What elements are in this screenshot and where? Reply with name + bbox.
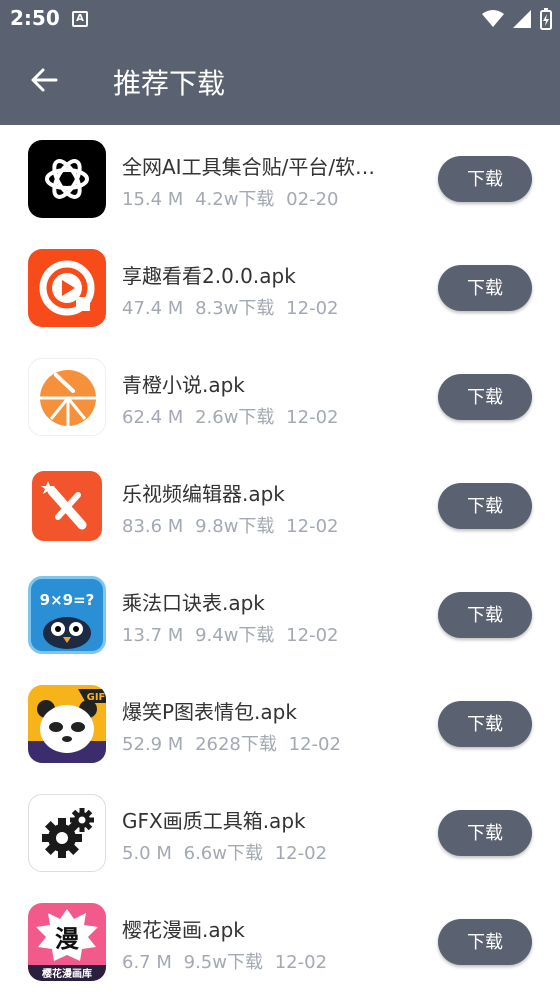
app-meta: 13.7 M 9.4w下载 12-02 — [122, 621, 344, 647]
list-item[interactable]: 全网AI工具集合贴/平台/软… 15.4 M 4.2w下载 02-20 下载 — [0, 125, 560, 234]
gif-text: GIF — [87, 692, 106, 703]
app-downloads: 8.3w下载 — [195, 298, 275, 319]
download-button[interactable]: 下载 — [438, 156, 532, 202]
app-date: 12-02 — [286, 516, 339, 537]
manga-text: 漫 — [55, 925, 79, 953]
app-date: 12-02 — [274, 843, 328, 864]
orange-icon — [28, 358, 106, 436]
app-downloads: 9.5w下载 — [183, 952, 263, 973]
download-button[interactable]: 下载 — [438, 265, 532, 311]
page-title: 推荐下载 — [113, 67, 226, 100]
list-item[interactable]: 乐视频编辑器.apk 83.6 M 9.8w下载 12-02 下载 — [0, 452, 560, 561]
app-name: 全网AI工具集合贴/平台/软… — [122, 155, 376, 179]
signal-icon — [513, 10, 531, 28]
app-date: 12-02 — [286, 407, 339, 428]
app-name: 享趣看看2.0.0.apk — [122, 264, 296, 288]
app-date: 12-02 — [286, 298, 339, 319]
status-bar: 2:50 A — [0, 0, 560, 40]
list-item[interactable]: 享趣看看2.0.0.apk 47.4 M 8.3w下载 12-02 下载 — [0, 234, 560, 343]
app-meta: 52.9 M 2628下载 12-02 — [122, 730, 347, 756]
gear-icon — [28, 794, 106, 872]
app-size: 47.4 M — [122, 298, 184, 319]
app-date: 12-02 — [288, 734, 341, 755]
app-meta: 83.6 M 9.8w下载 12-02 — [122, 512, 344, 538]
app-name: GFX画质工具箱.apk — [122, 809, 306, 833]
app-list: 全网AI工具集合贴/平台/软… 15.4 M 4.2w下载 02-20 下载 享… — [0, 125, 560, 997]
app-name: 乐视频编辑器.apk — [122, 482, 285, 506]
app-downloads: 2628下载 — [195, 734, 277, 755]
manga-sub-text: 樱花漫画库 — [42, 967, 92, 980]
app-downloads: 4.2w下载 — [195, 189, 275, 210]
app-meta: 15.4 M 4.2w下载 02-20 — [122, 185, 344, 211]
list-item[interactable]: GFX画质工具箱.apk 5.0 M 6.6w下载 12-02 下载 — [0, 779, 560, 888]
app-downloads: 6.6w下载 — [183, 843, 263, 864]
app-bar: 推荐下载 — [0, 40, 560, 125]
download-button[interactable]: 下载 — [438, 810, 532, 856]
app-date: 02-20 — [286, 189, 339, 210]
app-downloads: 2.6w下载 — [195, 407, 275, 428]
wifi-icon — [482, 10, 504, 27]
app-name: 爆笑P图表情包.apk — [122, 700, 297, 724]
download-button[interactable]: 下载 — [438, 701, 532, 747]
download-button[interactable]: 下载 — [438, 483, 532, 529]
list-item[interactable]: 9×9=? 乘法口诀表.apk 13.7 M 9.4w下载 12-02 下载 — [0, 561, 560, 670]
list-item[interactable]: 漫 樱花漫画库 樱花漫画.apk 6.7 M 9.5w下载 12-02 下载 — [0, 888, 560, 997]
download-button[interactable]: 下载 — [438, 919, 532, 965]
app-size: 62.4 M — [122, 407, 184, 428]
app-date: 12-02 — [274, 952, 328, 973]
back-arrow-icon[interactable] — [28, 64, 60, 96]
app-size: 83.6 M — [122, 516, 184, 537]
play-icon — [28, 249, 106, 327]
app-meta: 5.0 M 6.6w下载 12-02 — [122, 839, 333, 865]
status-icons — [482, 8, 552, 30]
notification-icon: A — [72, 11, 88, 27]
manga-icon: 漫 樱花漫画库 — [28, 903, 106, 981]
app-size: 5.0 M — [122, 843, 172, 864]
app-meta: 62.4 M 2.6w下载 12-02 — [122, 403, 344, 429]
app-size: 15.4 M — [122, 189, 184, 210]
multiplication-icon: 9×9=? — [28, 576, 106, 654]
chatgpt-icon — [28, 140, 106, 218]
app-name: 乘法口诀表.apk — [122, 591, 265, 615]
list-item[interactable]: 青橙小说.apk 62.4 M 2.6w下载 12-02 下载 — [0, 343, 560, 452]
app-size: 52.9 M — [122, 734, 184, 755]
app-meta: 47.4 M 8.3w下载 12-02 — [122, 294, 344, 320]
battery-icon — [540, 8, 552, 30]
app-size: 13.7 M — [122, 625, 184, 646]
status-time: 2:50 — [10, 6, 60, 30]
app-name: 樱花漫画.apk — [122, 918, 245, 942]
app-downloads: 9.8w下载 — [195, 516, 275, 537]
mult-text: 9×9=? — [40, 591, 95, 609]
app-name: 青橙小说.apk — [122, 373, 245, 397]
app-meta: 6.7 M 9.5w下载 12-02 — [122, 948, 333, 974]
download-button[interactable]: 下载 — [438, 374, 532, 420]
list-item[interactable]: GIF 爆笑P图表情包.apk 52.9 M 2628下载 12-02 下载 — [0, 670, 560, 779]
app-size: 6.7 M — [122, 952, 172, 973]
panda-icon: GIF — [28, 685, 106, 763]
download-button[interactable]: 下载 — [438, 592, 532, 638]
video-editor-icon — [28, 467, 106, 545]
app-downloads: 9.4w下载 — [195, 625, 275, 646]
app-date: 12-02 — [286, 625, 339, 646]
